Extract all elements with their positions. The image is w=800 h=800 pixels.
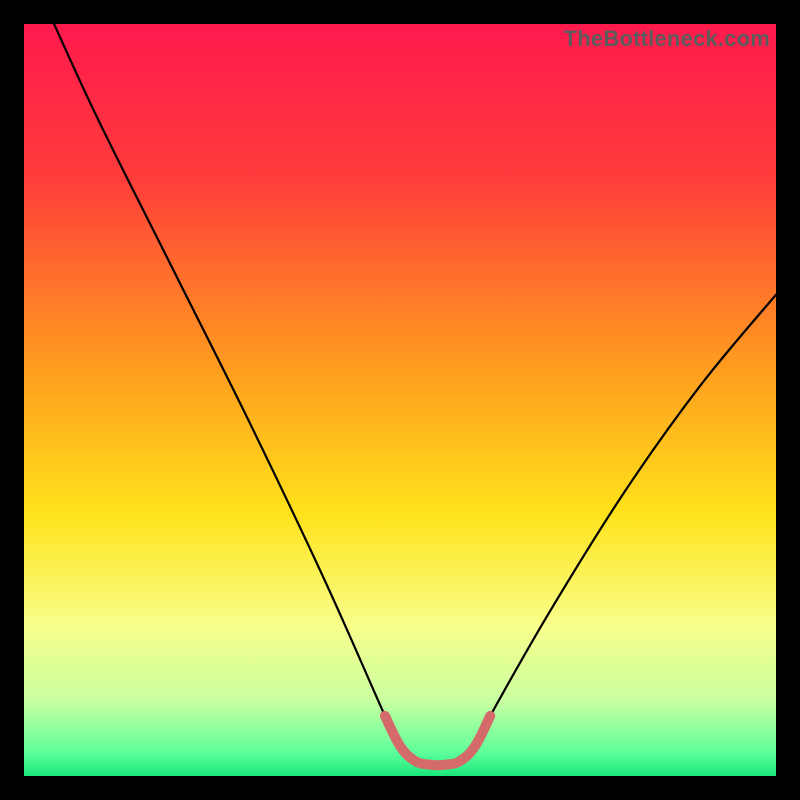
watermark-text: TheBottleneck.com xyxy=(564,26,770,52)
valley-highlight xyxy=(385,716,490,765)
chart-frame: TheBottleneck.com xyxy=(0,0,800,800)
curve-line xyxy=(54,24,776,765)
chart-lines xyxy=(24,24,776,776)
plot-area: TheBottleneck.com xyxy=(24,24,776,776)
